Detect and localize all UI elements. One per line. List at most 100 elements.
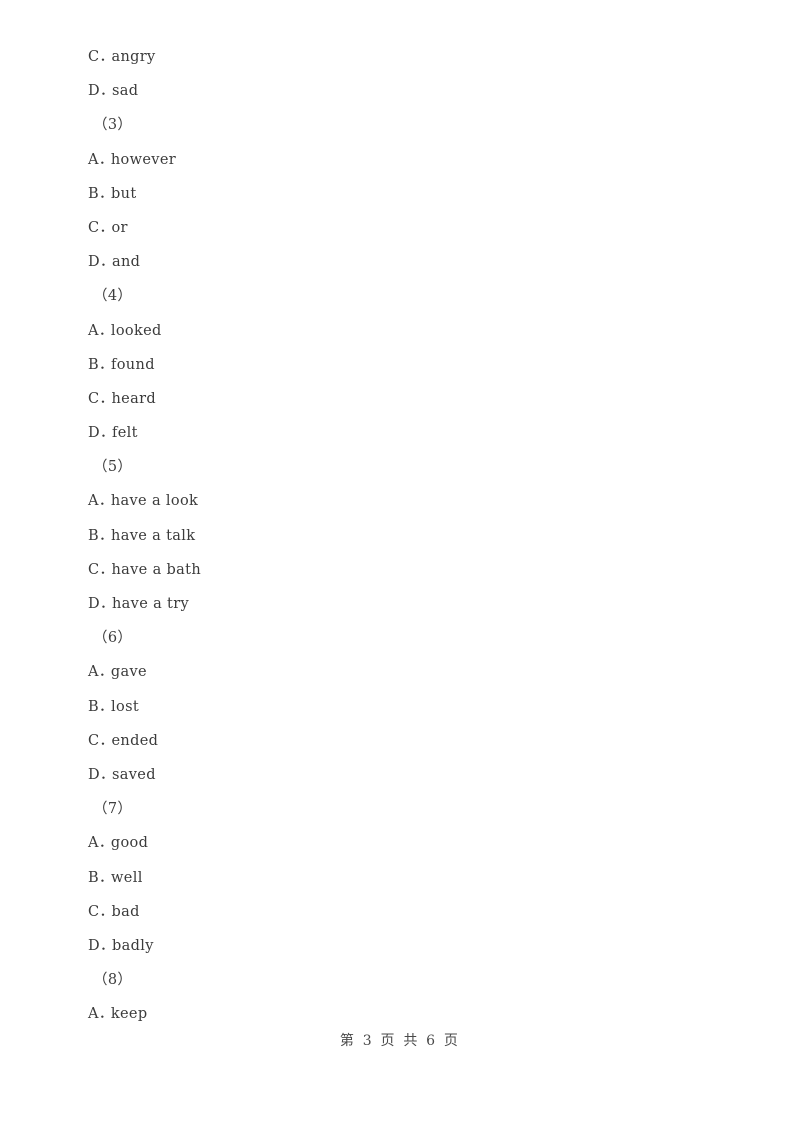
option-separator: ． — [99, 185, 114, 202]
option-separator: ． — [99, 390, 115, 407]
option-text: badly — [111, 937, 154, 954]
answer-option: A．keep — [88, 997, 708, 1031]
question-number-label: （5） — [93, 459, 133, 476]
document-page: C．angry D．sad （3） A．however B．but C．or D．and （4… — [0, 0, 800, 1132]
option-separator: ． — [99, 766, 115, 783]
option-text: lost — [111, 698, 140, 715]
question-number: （3） — [88, 108, 708, 142]
option-letter: B — [88, 356, 100, 373]
option-separator: ． — [99, 49, 115, 65]
option-text: and — [111, 254, 141, 271]
option-text: ended — [111, 732, 159, 749]
option-letter: D — [88, 425, 100, 442]
option-letter: D — [88, 596, 100, 612]
option-text: well — [111, 869, 143, 886]
option-separator: ． — [99, 869, 114, 886]
answer-option: A．have a look — [88, 484, 708, 518]
option-text: found — [111, 356, 155, 373]
option-separator: ． — [99, 698, 114, 715]
answer-option: D．and — [88, 245, 708, 279]
option-letter: D — [88, 83, 100, 100]
option-separator: ． — [99, 732, 115, 749]
option-letter: D — [88, 766, 100, 783]
option-text: or — [111, 219, 128, 236]
option-separator: ． — [99, 219, 115, 236]
answer-option: C．have a bath — [88, 553, 708, 587]
option-separator: ． — [99, 83, 115, 100]
option-letter: C — [88, 219, 100, 236]
option-text: saved — [111, 766, 156, 783]
option-separator: ． — [99, 596, 115, 612]
question-number-label: （4） — [93, 288, 133, 305]
option-letter: C — [88, 49, 100, 65]
option-separator: ． — [98, 664, 114, 681]
option-letter: D — [88, 937, 100, 954]
option-text: but — [111, 185, 137, 202]
option-letter: B — [88, 869, 100, 886]
answer-option: B．found — [88, 348, 708, 382]
answer-option: B．have a talk — [88, 519, 708, 553]
answer-option: D．felt — [88, 416, 708, 450]
option-letter: C — [88, 732, 100, 749]
answer-option: D．badly — [88, 929, 708, 963]
option-separator: ． — [98, 151, 114, 168]
option-letter: A — [88, 151, 99, 168]
option-letter: B — [88, 527, 100, 544]
option-separator: ． — [99, 254, 115, 271]
answer-option: B．but — [88, 177, 708, 211]
option-text: however — [110, 151, 177, 168]
question-number-label: （6） — [93, 630, 133, 647]
option-separator: ． — [99, 425, 115, 442]
option-letter: C — [88, 390, 100, 407]
question-number-label: （7） — [93, 801, 133, 818]
option-letter: C — [88, 561, 100, 578]
answer-option: B．lost — [88, 690, 708, 724]
option-letter: B — [88, 698, 100, 715]
option-text: have a try — [111, 596, 190, 612]
option-letter: A — [88, 835, 99, 852]
answer-option: A．good — [88, 826, 708, 860]
answer-option: A．however — [88, 143, 708, 177]
option-separator: ． — [98, 493, 114, 510]
option-text: heard — [111, 390, 156, 407]
option-letter: B — [88, 185, 100, 202]
option-text: have a look — [110, 493, 199, 510]
option-text: angry — [111, 49, 156, 65]
option-letter: A — [88, 322, 99, 339]
answer-option: C．ended — [88, 724, 708, 758]
option-letter: D — [88, 254, 100, 271]
option-separator: ． — [98, 835, 114, 852]
option-letter: A — [88, 493, 99, 510]
option-separator: ． — [99, 527, 114, 544]
option-text: keep — [110, 1006, 148, 1023]
question-number: （5） — [88, 450, 708, 484]
answer-option: C．heard — [88, 382, 708, 416]
option-text: bad — [111, 903, 140, 920]
option-separator: ． — [99, 937, 115, 954]
option-text: have a bath — [111, 561, 202, 578]
answer-option: D．saved — [88, 758, 708, 792]
option-letter: C — [88, 903, 100, 920]
option-letter: A — [88, 1006, 99, 1023]
question-number: （8） — [88, 963, 708, 997]
answer-option: C．angry — [88, 40, 708, 74]
question-number-label: （8） — [93, 972, 133, 989]
option-separator: ． — [98, 322, 114, 339]
option-text: gave — [110, 664, 147, 681]
option-separator: ． — [99, 356, 114, 373]
option-text: good — [110, 835, 149, 852]
option-text: felt — [111, 425, 138, 442]
answer-option: C．or — [88, 211, 708, 245]
page-footer: 第 3 页 共 6 页 — [339, 1033, 461, 1049]
option-separator: ． — [99, 903, 115, 920]
answer-option: A．gave — [88, 655, 708, 689]
question-number: （4） — [88, 279, 708, 313]
option-separator: ． — [99, 561, 115, 578]
answer-option: D．sad — [88, 74, 708, 108]
answer-option: C．bad — [88, 895, 708, 929]
answer-option: D．have a try — [88, 587, 708, 621]
option-text: looked — [110, 322, 162, 339]
option-separator: ． — [98, 1006, 114, 1023]
question-options-list: C．angry D．sad （3） A．however B．but C．or D．and （4… — [88, 40, 708, 1031]
option-text: have a talk — [111, 527, 196, 544]
